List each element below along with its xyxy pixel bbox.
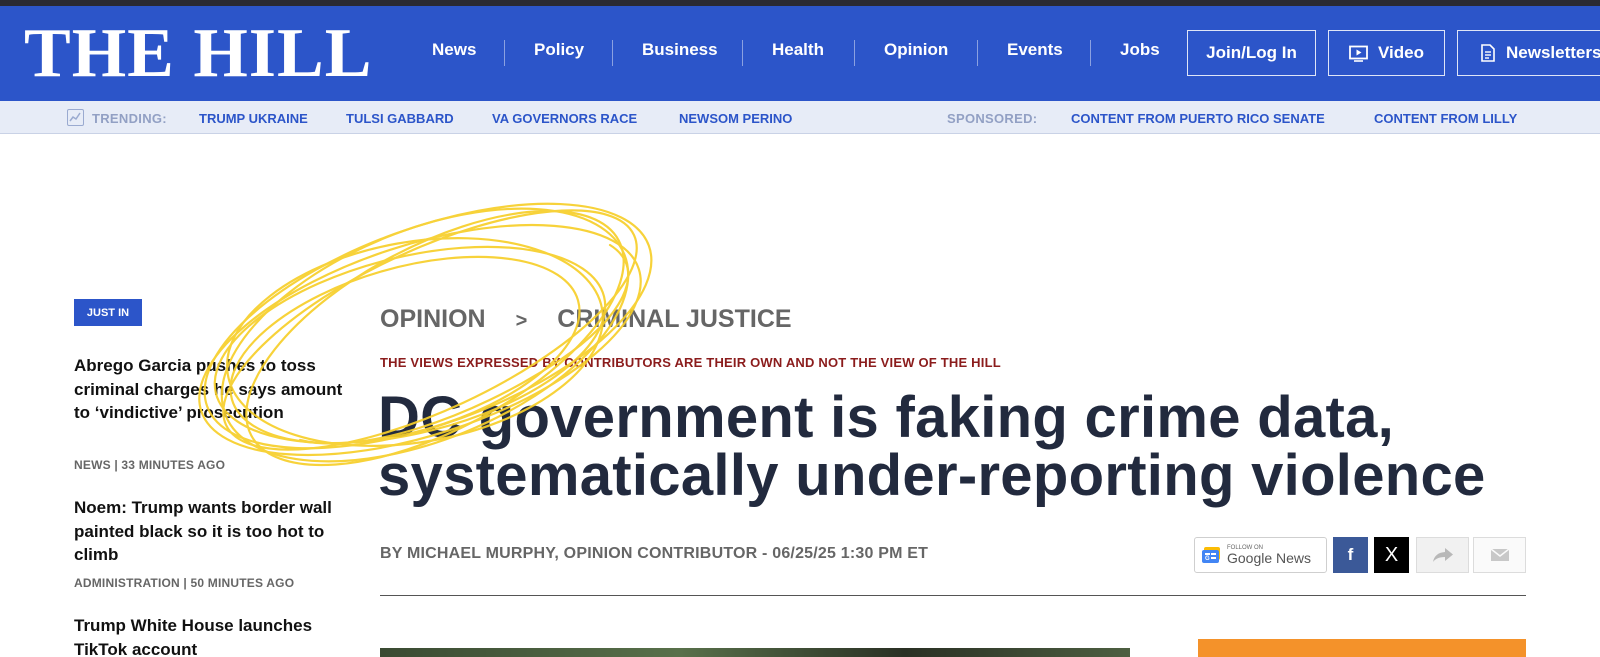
trending-chart-icon (67, 109, 84, 126)
trending-link[interactable]: VA GOVERNORS RACE (492, 111, 637, 126)
share-button[interactable] (1416, 537, 1469, 573)
google-news-icon: G (1202, 547, 1220, 563)
nav-separator (1090, 40, 1091, 66)
nav-news[interactable]: News (432, 40, 476, 60)
login-button[interactable]: Join/Log In (1187, 30, 1316, 76)
facebook-icon: f (1347, 545, 1354, 564)
email-share-button[interactable] (1473, 537, 1526, 573)
nav-opinion[interactable]: Opinion (884, 40, 948, 60)
sidebar-meta: ADMINISTRATION | 50 MINUTES AGO (74, 576, 295, 590)
breadcrumb-opinion[interactable]: OPINION (380, 305, 486, 334)
nav-health[interactable]: Health (772, 40, 824, 60)
site-header: THE HILL News Policy Business Health Opi… (0, 6, 1600, 101)
sponsored-link[interactable]: CONTENT FROM PUERTO RICO SENATE (1071, 111, 1325, 126)
newsletters-button[interactable]: Newsletters (1457, 30, 1600, 76)
trending-bar: TRENDING: TRUMP UKRAINE TULSI GABBARD VA… (0, 101, 1600, 134)
nav-separator (854, 40, 855, 66)
nav-separator (742, 40, 743, 66)
nav-separator (977, 40, 978, 66)
breadcrumb-separator: > (515, 310, 528, 332)
nav-events[interactable]: Events (1007, 40, 1063, 60)
mail-icon (1490, 548, 1509, 561)
nav-jobs[interactable]: Jobs (1120, 40, 1160, 60)
video-button[interactable]: Video (1328, 30, 1445, 76)
google-news-follow-button[interactable]: G FOLLOW ON Google News (1194, 537, 1327, 573)
login-label: Join/Log In (1206, 43, 1297, 62)
trending-link[interactable]: TRUMP UKRAINE (199, 111, 308, 126)
newsletters-label: Newsletters (1506, 43, 1600, 62)
facebook-share-button[interactable]: f (1333, 537, 1368, 573)
breadcrumb: OPINION > CRIMINAL JUSTICE (380, 305, 792, 334)
trending-link[interactable]: NEWSOM PERINO (679, 111, 792, 126)
article-divider (380, 595, 1526, 596)
article-headline: DC government is faking crime data, syst… (378, 385, 1486, 508)
sidebar-headline[interactable]: Abrego Garcia pushes to toss criminal ch… (74, 354, 344, 425)
trending-link[interactable]: TULSI GABBARD (346, 111, 454, 126)
google-news-label: Google News (1227, 550, 1312, 566)
just-in-badge: JUST IN (74, 299, 142, 326)
sidebar-meta: NEWS | 33 MINUTES AGO (74, 458, 226, 472)
nav-separator (504, 40, 505, 66)
video-label: Video (1378, 43, 1424, 62)
trending-label: TRENDING: (92, 111, 167, 126)
video-icon (1349, 45, 1368, 62)
nav-business[interactable]: Business (642, 40, 718, 60)
x-share-button[interactable]: X (1374, 537, 1409, 573)
nav-separator (612, 40, 613, 66)
breadcrumb-criminal-justice[interactable]: CRIMINAL JUSTICE (557, 305, 791, 334)
share-arrow-icon (1432, 548, 1453, 562)
article-hero-image (380, 648, 1130, 657)
svg-text:G: G (1205, 556, 1210, 562)
article-byline: BY MICHAEL MURPHY, OPINION CONTRIBUTOR -… (380, 545, 929, 562)
sidebar-ad (1198, 639, 1526, 657)
opinion-disclaimer: THE VIEWS EXPRESSED BY CONTRIBUTORS ARE … (380, 355, 1001, 370)
sidebar-headline[interactable]: Trump White House launches TikTok accoun… (74, 614, 344, 657)
site-logo[interactable]: THE HILL (24, 18, 372, 90)
x-icon: X (1384, 543, 1399, 566)
sponsored-label: SPONSORED: (947, 111, 1038, 126)
sponsored-link[interactable]: CONTENT FROM LILLY (1374, 111, 1517, 126)
sidebar-headline[interactable]: Noem: Trump wants border wall painted bl… (74, 496, 344, 567)
newsletter-icon (1481, 44, 1495, 62)
nav-policy[interactable]: Policy (534, 40, 584, 60)
